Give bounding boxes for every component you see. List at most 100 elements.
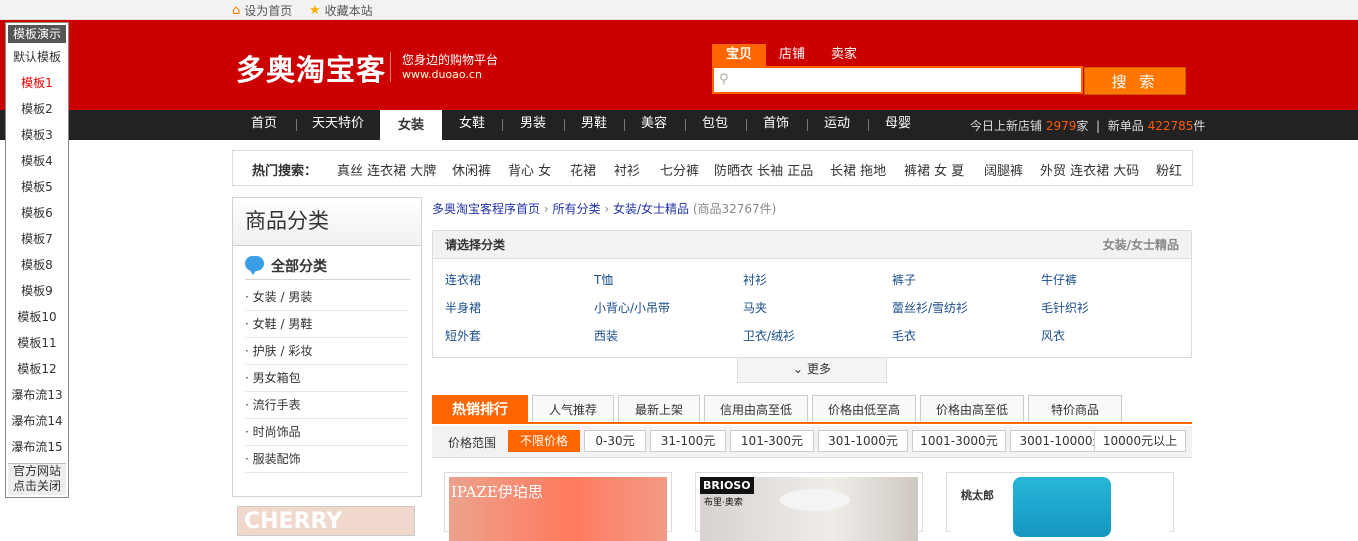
product-card[interactable]: IPAZE伊珀思 xyxy=(444,472,672,541)
hot-keyword[interactable]: 真丝 连衣裙 大牌 xyxy=(337,160,436,179)
price-option[interactable]: 101-300元 xyxy=(730,430,814,452)
official-site-link[interactable]: 官方网站 xyxy=(8,464,66,479)
subcategory-link[interactable]: 马夹 xyxy=(743,299,767,316)
subcategory-link[interactable]: 卫衣/绒衫 xyxy=(743,327,795,344)
template-item[interactable]: 模板6 xyxy=(6,204,68,221)
subcategory-link[interactable]: 毛衣 xyxy=(892,327,916,344)
category-item[interactable]: · 流行手表 xyxy=(245,392,409,419)
subcategory-link[interactable]: 毛针织衫 xyxy=(1041,299,1089,316)
price-option[interactable]: 31-100元 xyxy=(650,430,726,452)
subcategory-link[interactable]: T恤 xyxy=(594,271,613,288)
hot-keyword[interactable]: 七分裤 xyxy=(660,160,699,179)
price-option[interactable]: 0-30元 xyxy=(584,430,646,452)
template-item[interactable]: 模板11 xyxy=(6,334,68,351)
price-option[interactable]: 10000元以上 xyxy=(1094,430,1186,452)
product-card[interactable]: BRIOSO 布里·奥索 xyxy=(695,472,923,541)
search-icon: ⚲ xyxy=(719,72,729,87)
subcategory-link[interactable]: 连衣裙 xyxy=(445,271,481,288)
product-image: 桃太郎 xyxy=(951,477,1169,541)
tab-price-desc[interactable]: 价格由高至低 xyxy=(920,395,1024,423)
price-option[interactable]: 1001-3000元 xyxy=(912,430,1006,452)
tab-credit-desc[interactable]: 信用由高至低 xyxy=(704,395,808,423)
search-tab-sellers[interactable]: 卖家 xyxy=(818,44,870,66)
nav-mens-shoes[interactable]: 男鞋 xyxy=(564,110,624,140)
hot-keyword[interactable]: 粉红 xyxy=(1156,160,1182,179)
template-item[interactable]: 模板8 xyxy=(6,256,68,273)
hot-keyword[interactable]: 长裙 拖地 xyxy=(830,160,886,179)
search-button[interactable]: 搜 索 xyxy=(1084,67,1186,95)
nav-womens-clothing[interactable]: 女装 xyxy=(380,110,442,140)
nav-jewelry[interactable]: 首饰 xyxy=(746,110,806,140)
template-item[interactable]: 默认模板 xyxy=(6,48,68,65)
close-panel-button[interactable]: 点击关闭 xyxy=(8,479,66,494)
more-button[interactable]: ⌄ 更多 xyxy=(737,358,887,383)
breadcrumb-current[interactable]: 女装/女士精品 xyxy=(613,202,689,216)
nav-mens-clothing[interactable]: 男装 xyxy=(503,110,563,140)
search-input[interactable]: ⚲ xyxy=(712,66,1083,94)
nav-womens-shoes[interactable]: 女鞋 xyxy=(442,110,502,140)
tab-special-offers[interactable]: 特价商品 xyxy=(1028,395,1122,423)
hot-keyword[interactable]: 花裙 xyxy=(570,160,596,179)
nav-beauty[interactable]: 美容 xyxy=(624,110,684,140)
tab-price-asc[interactable]: 价格由低至高 xyxy=(812,395,916,423)
product-count: (商品32767件) xyxy=(692,202,777,216)
template-item[interactable]: 模板12 xyxy=(6,360,68,377)
subcategory-link[interactable]: 裤子 xyxy=(892,271,916,288)
site-logo[interactable]: 多奥淘宝客 xyxy=(236,47,386,89)
price-option[interactable]: 301-1000元 xyxy=(818,430,908,452)
subcategory-link[interactable]: 西装 xyxy=(594,327,618,344)
hot-keyword[interactable]: 防晒衣 长袖 正品 xyxy=(714,160,813,179)
breadcrumb-all[interactable]: 所有分类 xyxy=(552,202,600,216)
template-item[interactable]: 模板10 xyxy=(6,308,68,325)
all-categories[interactable]: 全部分类 xyxy=(245,254,410,280)
category-item[interactable]: · 时尚饰品 xyxy=(245,419,409,446)
subcategory-link[interactable]: 半身裙 xyxy=(445,299,481,316)
search-tab-shops[interactable]: 店铺 xyxy=(766,44,818,66)
nav-daily-deals[interactable]: 天天特价 xyxy=(298,110,378,140)
nav-sports[interactable]: 运动 xyxy=(807,110,867,140)
tab-popular[interactable]: 人气推荐 xyxy=(532,395,614,423)
subcategory-link[interactable]: 短外套 xyxy=(445,327,481,344)
promo-banner[interactable]: CHERRY SNOW xyxy=(237,506,415,536)
category-item[interactable]: · 服装配饰 xyxy=(245,446,409,473)
template-item[interactable]: 模板1 xyxy=(6,74,68,91)
template-item[interactable]: 瀑布流13 xyxy=(6,386,68,403)
breadcrumb-home[interactable]: 多奥淘宝客程序首页 xyxy=(432,202,540,216)
price-option[interactable]: 不限价格 xyxy=(508,430,580,452)
subcategory-link[interactable]: 蕾丝衫/雪纺衫 xyxy=(892,299,968,316)
category-item[interactable]: · 女鞋 / 男鞋 xyxy=(245,311,409,338)
hot-keyword[interactable]: 外贸 连衣裙 大码 xyxy=(1040,160,1139,179)
hot-keyword[interactable]: 阔腿裤 xyxy=(984,160,1023,179)
subcategory-link[interactable]: 牛仔裤 xyxy=(1041,271,1077,288)
template-item[interactable]: 模板9 xyxy=(6,282,68,299)
search-tab-items[interactable]: 宝贝 xyxy=(712,44,767,66)
category-item[interactable]: · 女装 / 男装 xyxy=(245,284,409,311)
template-item[interactable]: 模板5 xyxy=(6,178,68,195)
subcategory-link[interactable]: 小背心/小吊带 xyxy=(594,299,670,316)
category-item[interactable]: · 护肤 / 彩妆 xyxy=(245,338,409,365)
template-panel: 模板演示 默认模板 模板1 模板2 模板3 模板4 模板5 模板6 模板7 模板… xyxy=(5,22,69,498)
template-item[interactable]: 模板7 xyxy=(6,230,68,247)
set-home-link[interactable]: ⌂ 设为首页 xyxy=(232,2,292,19)
subcategory-link[interactable]: 衬衫 xyxy=(743,271,767,288)
template-item[interactable]: 模板4 xyxy=(6,152,68,169)
hot-keyword[interactable]: 衬衫 xyxy=(614,160,640,179)
template-item[interactable]: 瀑布流14 xyxy=(6,412,68,429)
bookmark-link[interactable]: ★ 收藏本站 xyxy=(309,2,373,19)
template-item[interactable]: 模板3 xyxy=(6,126,68,143)
template-panel-footer: 官方网站 点击关闭 xyxy=(8,463,66,495)
hot-keyword[interactable]: 背心 女 xyxy=(508,160,551,179)
nav-baby[interactable]: 母婴 xyxy=(868,110,928,140)
template-item[interactable]: 模板2 xyxy=(6,100,68,117)
subcategory-link[interactable]: 风衣 xyxy=(1041,327,1065,344)
category-item[interactable]: · 男女箱包 xyxy=(245,365,409,392)
tab-newest[interactable]: 最新上架 xyxy=(618,395,700,423)
search-tabs: 宝贝 店铺 卖家 xyxy=(712,44,870,66)
template-item[interactable]: 瀑布流15 xyxy=(6,438,68,455)
hot-keyword[interactable]: 裤裙 女 夏 xyxy=(904,160,964,179)
hot-keyword[interactable]: 休闲裤 xyxy=(452,160,491,179)
tab-hot-sales[interactable]: 热销排行 xyxy=(432,395,528,423)
product-card[interactable]: 桃太郎 xyxy=(946,472,1174,541)
nav-bags[interactable]: 包包 xyxy=(685,110,745,140)
nav-home[interactable]: 首页 xyxy=(232,110,296,140)
